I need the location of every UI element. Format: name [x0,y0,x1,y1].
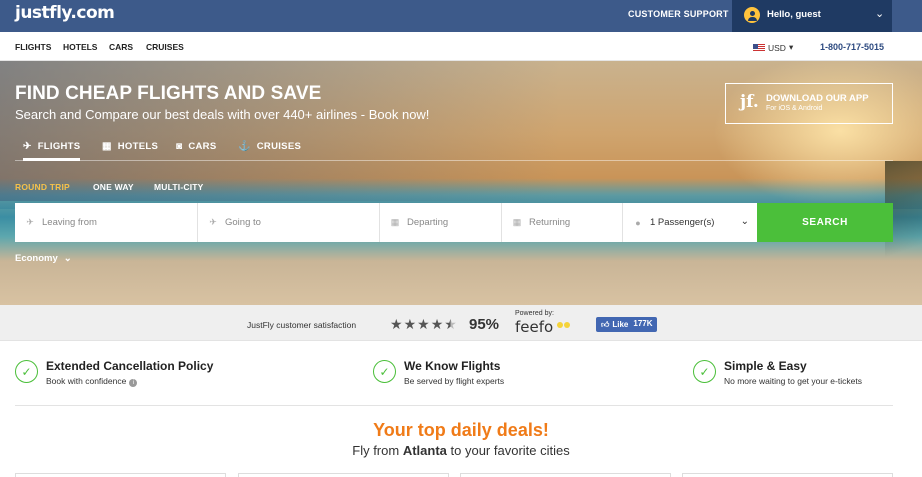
returning-date-field[interactable]: ▦ Returning [502,203,623,242]
tab-flights[interactable]: ✈ FLIGHTS [23,141,81,161]
facebook-like-button[interactable]: 👍︎ Like 177K [596,317,657,332]
hero-subtitle: Search and Compare our best deals with o… [15,107,430,122]
fb-like-label: 👍︎ Like [596,317,634,332]
product-tabs: ✈ FLIGHTS ▦ HOTELS ◙ CARS ⚓ CRUISES [15,137,893,161]
deal-card[interactable] [238,473,449,477]
chevron-down-icon: ⌄ [63,253,72,264]
feefo-eyes-icon [557,322,571,328]
feature-subtitle: Be served by flight experts [404,376,505,386]
leaving-from-placeholder: Leaving from [42,217,97,228]
going-to-field[interactable]: ✈ Going to [198,203,380,242]
checkmark-icon: ✓ [15,360,38,383]
like-text: Like [612,320,629,329]
departing-date-field[interactable]: ▦ Departing [380,203,502,242]
calendar-icon: ▦ [390,217,400,227]
checkmark-icon: ✓ [373,360,396,383]
section-divider [15,405,893,406]
user-avatar-icon [744,7,760,23]
star-icon: ★ [430,316,444,332]
satisfaction-strip: JustFly customer satisfaction ★ ★ ★ ★ ★ … [0,305,922,341]
feature-subtitle: No more waiting to get your e-tickets [724,376,862,386]
flight-search-form: ✈ Leaving from ✈ Going to ▦ Departing ▦ … [15,203,893,242]
trip-one-way[interactable]: ONE WAY [93,182,134,192]
landing-icon: ✈ [209,217,217,227]
cabin-class-selector[interactable]: Economy ⌄ [15,253,72,264]
passenger-selector[interactable]: ● 1 Passenger(s) ⌄ [623,203,757,242]
hero-title: FIND CHEAP FLIGHTS AND SAVE [15,83,322,104]
hotel-icon: ▦ [102,141,112,152]
airplane-icon: ✈ [23,141,32,152]
thumbs-up-icon: 👍︎ [601,319,610,329]
deals-title: Your top daily deals! [373,420,549,440]
checkmark-icon: ✓ [693,360,716,383]
satisfaction-label: JustFly customer satisfaction [247,320,357,330]
person-icon: ● [635,217,641,228]
satisfaction-percent: 95% [469,316,500,333]
tab-cruises[interactable]: ⚓ CRUISES [238,141,301,152]
star-icon: ★ [403,316,417,332]
chevron-down-icon: ⌄ [740,216,749,227]
origin-city[interactable]: Atlanta [403,443,447,458]
nav-cruises[interactable]: CRUISES [146,42,184,52]
anchor-icon: ⚓ [238,141,251,152]
feefo-logo[interactable]: feefo [515,318,553,336]
download-app-button[interactable]: jf. DOWNLOAD OUR APP For iOS & Android [725,83,893,124]
chevron-down-icon: ⌄ [875,8,885,20]
tab-label: HOTELS [117,141,159,152]
deals-subtitle-suffix: to your favorite cities [450,443,570,458]
trip-multi-city[interactable]: MULTI-CITY [154,182,204,192]
hero-search-panel: FIND CHEAP FLIGHTS AND SAVE Search and C… [0,61,922,305]
deal-card[interactable] [15,473,226,477]
phone-number[interactable]: 1-800-717-5015 [820,42,884,52]
tab-cars[interactable]: ◙ CARS [176,141,216,152]
star-icon: ★ [417,316,430,332]
currency-selector[interactable]: USD ▾ [753,42,793,53]
tab-label: FLIGHTS [37,141,81,152]
feature-title: We Know Flights [404,359,501,373]
half-star-icon: ★ [444,316,457,332]
nav-flights[interactable]: FLIGHTS [15,42,51,52]
top-bar: justfly.com CUSTOMER SUPPORT Hello, gues… [0,0,922,32]
feature-title: Extended Cancellation Policy [46,359,214,373]
site-logo[interactable]: justfly.com [15,3,115,23]
takeoff-icon: ✈ [26,217,34,227]
us-flag-icon [753,43,765,52]
cabin-class-label: Economy [15,253,58,264]
app-button-title: DOWNLOAD OUR APP [766,93,869,104]
powered-by-label: Powered by: [515,310,554,317]
user-greeting: Hello, guest [767,9,821,20]
deals-subtitle-prefix: Fly from [352,443,400,458]
fb-like-count: 177K [633,317,657,332]
feature-subtitle-text: Book with confidence [46,376,127,386]
tab-hotels[interactable]: ▦ HOTELS [102,141,158,152]
feature-subtitle: Book with confidence i [46,376,138,387]
deals-subtitle: Fly from Atlanta to your favorite cities [0,443,922,458]
nav-cars[interactable]: CARS [109,42,133,52]
nav-hotels[interactable]: HOTELS [63,42,97,52]
currency-label: USD [768,42,786,53]
leaving-from-field[interactable]: ✈ Leaving from [15,203,198,242]
departing-placeholder: Departing [407,217,449,228]
deal-card[interactable] [682,473,893,477]
app-button-subtitle: For iOS & Android [766,105,823,112]
main-nav: FLIGHTS HOTELS CARS CRUISES USD ▾ 1-800-… [0,32,922,61]
deal-card[interactable] [460,473,671,477]
chevron-down-icon: ▾ [788,42,794,52]
customer-support-link[interactable]: CUSTOMER SUPPORT [628,9,729,19]
calendar-icon: ▦ [512,217,522,227]
star-icon: ★ [390,316,403,332]
tab-label: CRUISES [256,141,302,152]
car-icon: ◙ [176,141,183,152]
feature-title: Simple & Easy [724,359,807,373]
search-button[interactable]: SEARCH [757,203,893,242]
passenger-count: 1 Passenger(s) [650,217,715,228]
app-logo-icon: jf. [740,92,759,112]
going-to-placeholder: Going to [225,217,261,228]
trip-round-trip[interactable]: ROUND TRIP [15,182,70,192]
tab-label: CARS [188,141,217,152]
info-icon[interactable]: i [129,379,138,387]
rating-stars: ★ ★ ★ ★ ★ [390,316,457,333]
returning-placeholder: Returning [529,217,571,228]
user-menu[interactable]: Hello, guest ⌄ [732,0,892,32]
